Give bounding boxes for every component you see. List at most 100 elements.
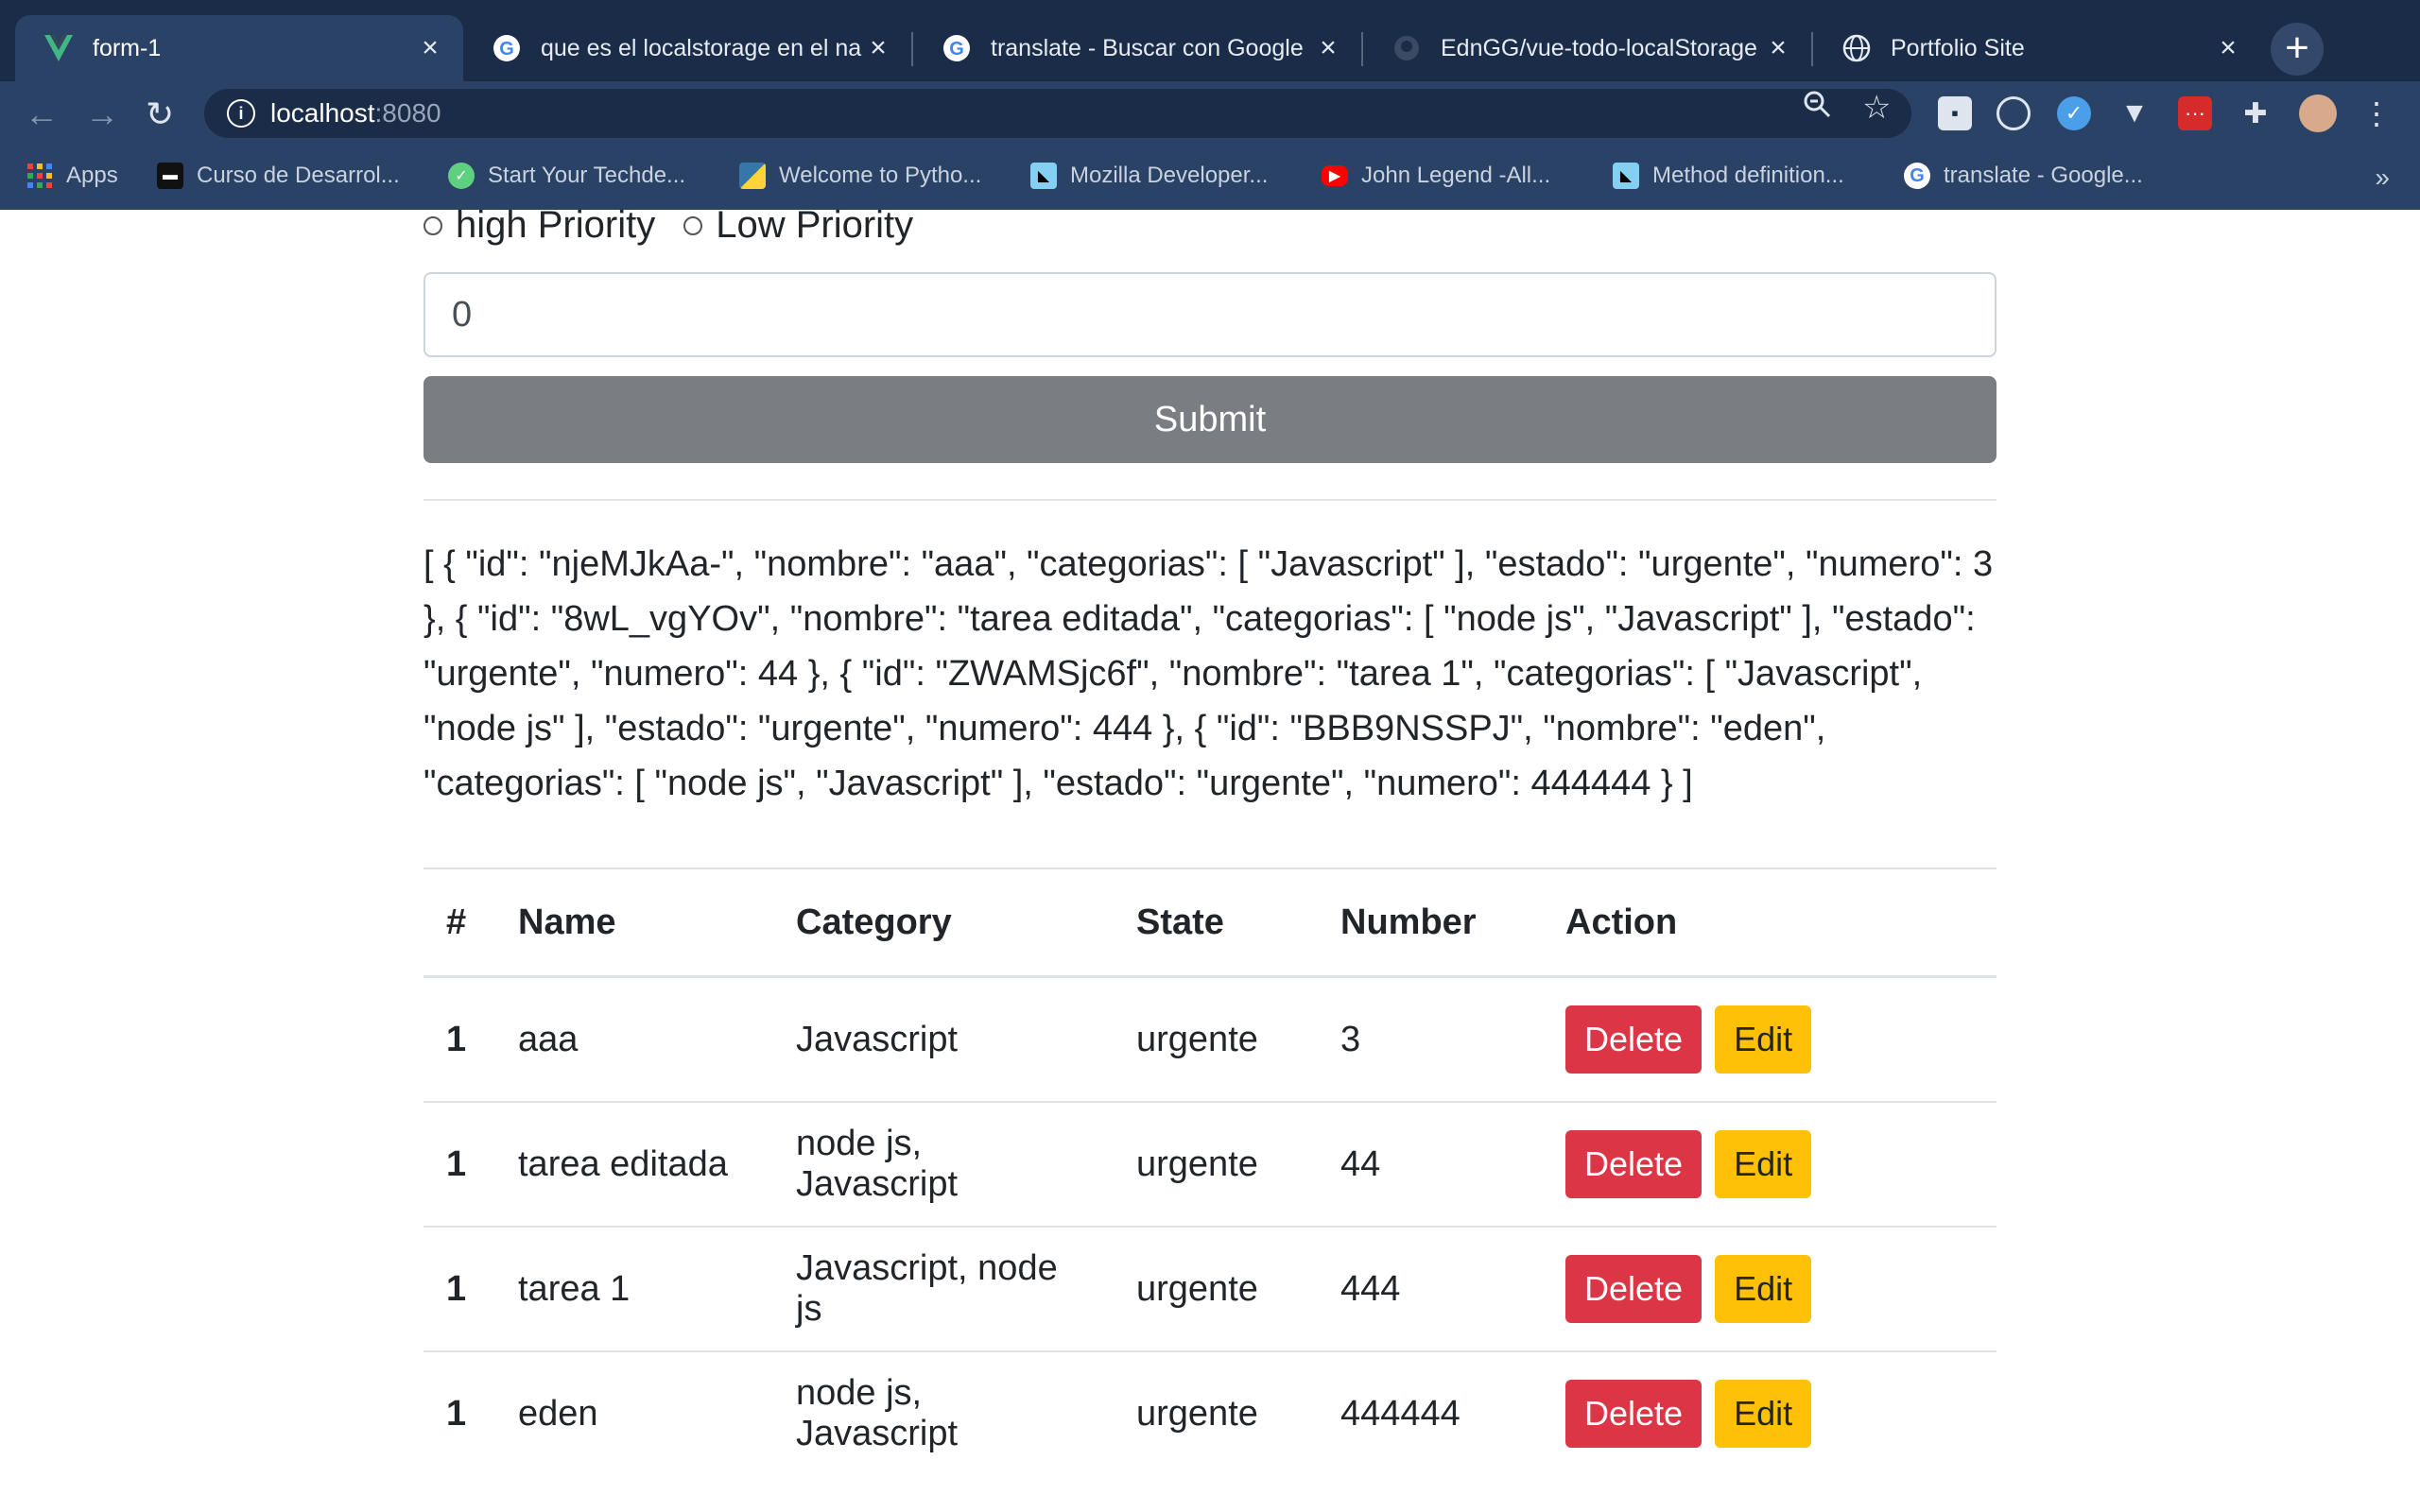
row-name: tarea editada (495, 1101, 773, 1227)
edit-button[interactable]: Edit (1715, 1380, 1812, 1448)
table-row: 1 aaa Javascript urgente 3 Delete Edit (424, 975, 1996, 1102)
row-name: tarea 1 (495, 1226, 773, 1351)
folder-icon: ▬ (157, 163, 183, 189)
screen-extension-icon[interactable]: ▪ (1938, 96, 1972, 130)
tab-github[interactable]: EdnGG/vue-todo-localStorage × (1363, 15, 1811, 81)
bookmark-label: Start Your Techde... (488, 163, 686, 188)
site-info-icon[interactable]: i (227, 99, 255, 128)
delete-button[interactable]: Delete (1565, 1380, 1703, 1448)
red-extension-icon[interactable]: ··· (2178, 96, 2212, 130)
new-tab-button[interactable]: + (2271, 23, 2324, 76)
radio-circle[interactable] (683, 215, 703, 235)
zoom-magnifier-icon[interactable] (1802, 89, 1832, 128)
reload-icon[interactable]: ↻ (146, 94, 174, 134)
extensions-puzzle-icon[interactable]: ✚ (2238, 96, 2273, 130)
radio-high-priority[interactable]: high Priority (424, 210, 655, 247)
bookmark-label: Apps (66, 163, 118, 188)
vue-devtools-icon[interactable]: ▼ (2118, 96, 2152, 130)
row-actions: Delete Edit (1543, 1226, 1996, 1351)
delete-button[interactable]: Delete (1565, 1255, 1703, 1323)
close-tab-icon[interactable]: × (864, 32, 892, 64)
bookmark-method-definition[interactable]: ◣ Method definition... (1613, 163, 1844, 189)
column-header-state: State (1114, 868, 1318, 978)
number-input-value: 0 (452, 294, 473, 335)
row-category: Javascript (773, 975, 1114, 1102)
address-bar[interactable]: i localhost:8080 (204, 89, 1911, 138)
radio-circle[interactable] (424, 215, 442, 235)
row-number: 444444 (1318, 1350, 1543, 1475)
delete-button[interactable]: Delete (1565, 1005, 1703, 1074)
tasks-table: # Name Category State Number Action 1 aa… (424, 868, 1996, 1475)
google-icon: G (1904, 163, 1930, 189)
row-category: node js, Javascript (773, 1101, 1114, 1227)
close-tab-icon[interactable]: × (416, 32, 444, 64)
row-state: urgente (1114, 975, 1318, 1102)
row-state: urgente (1114, 1226, 1318, 1351)
bookmark-curso[interactable]: ▬ Curso de Desarrol... (157, 163, 400, 189)
json-dump: [ { "id": "njeMJkAa-", "nombre": "aaa", … (424, 544, 1994, 803)
edit-button[interactable]: Edit (1715, 1255, 1812, 1323)
bookmark-python[interactable]: Welcome to Pytho... (739, 163, 981, 189)
delete-button[interactable]: Delete (1565, 1130, 1703, 1198)
number-input[interactable]: 0 (424, 272, 1996, 357)
radio-low-priority[interactable]: Low Priority (683, 210, 913, 247)
submit-button[interactable]: Submit (424, 376, 1996, 463)
priority-radio-group: high Priority Low Priority (424, 210, 942, 247)
target-extension-icon[interactable] (1996, 96, 2031, 130)
close-tab-icon[interactable]: × (1764, 32, 1792, 64)
divider (424, 499, 1996, 501)
tab-localstorage[interactable]: G que es el localstorage en el na × (463, 15, 911, 81)
tab-form-1[interactable]: form-1 × (15, 15, 463, 81)
browser-toolbar: ← → ↻ i localhost:8080 ☆ ▪ ✓ ▼ ··· ✚ ⋮ (0, 81, 2420, 144)
row-category: Javascript, node js (773, 1226, 1114, 1351)
bookmark-translate[interactable]: G translate - Google... (1904, 163, 2143, 189)
bookmarks-bar: Apps ▬ Curso de Desarrol... ✓ Start Your… (0, 144, 2420, 210)
tab-title: Portfolio Site (1891, 34, 2025, 61)
mdn-icon: ◣ (1030, 163, 1057, 189)
table-row: 1 tarea editada node js, Javascript urge… (424, 1101, 1996, 1227)
column-header-index: # (424, 868, 495, 978)
bookmark-label: Mozilla Developer... (1070, 163, 1269, 188)
row-number: 3 (1318, 975, 1543, 1102)
menu-kebab-icon[interactable]: ⋮ (2360, 96, 2394, 130)
bookmark-star-icon[interactable]: ☆ (1862, 89, 1891, 127)
radio-label: Low Priority (716, 210, 914, 246)
close-tab-icon[interactable]: × (1314, 32, 1342, 64)
mdn-icon: ◣ (1613, 163, 1639, 189)
row-actions: Delete Edit (1543, 1350, 1996, 1475)
row-state: urgente (1114, 1101, 1318, 1227)
vpn-extension-icon[interactable]: ✓ (2057, 96, 2091, 130)
bookmark-techdegree[interactable]: ✓ Start Your Techde... (448, 163, 685, 189)
forward-arrow-icon[interactable]: → (85, 94, 119, 134)
python-icon (739, 163, 766, 189)
svg-text:G: G (499, 39, 514, 60)
bookmark-label: John Legend -All... (1361, 163, 1551, 188)
vue-icon (43, 33, 74, 63)
edit-button[interactable]: Edit (1715, 1005, 1812, 1074)
bookmark-apps[interactable]: Apps (26, 163, 118, 189)
row-index: 1 (424, 1350, 495, 1475)
github-icon (1392, 33, 1422, 63)
google-icon: G (942, 33, 972, 63)
bookmark-label: Curso de Desarrol... (197, 163, 400, 188)
back-arrow-icon[interactable]: ← (25, 94, 59, 134)
tab-portfolio[interactable]: Portfolio Site × (1813, 15, 2261, 81)
close-tab-icon[interactable]: × (2214, 32, 2242, 64)
row-index: 1 (424, 1226, 495, 1351)
profile-avatar[interactable] (2299, 94, 2337, 132)
tab-title: que es el localstorage en el na (541, 34, 862, 61)
url-host: localhost (270, 98, 375, 128)
tab-translate[interactable]: G translate - Buscar con Google × (913, 15, 1361, 81)
page-content: high Priority Low Priority 0 Submit [ { … (0, 210, 2420, 1512)
row-index: 1 (424, 975, 495, 1102)
row-state: urgente (1114, 1350, 1318, 1475)
tab-title: translate - Buscar con Google (991, 34, 1304, 61)
edit-button[interactable]: Edit (1715, 1130, 1812, 1198)
bookmark-label: Method definition... (1652, 163, 1844, 188)
more-bookmarks-chevron-icon[interactable]: » (2375, 163, 2390, 193)
techdegree-icon: ✓ (448, 163, 475, 189)
svg-text:G: G (949, 39, 964, 60)
bookmark-mdn[interactable]: ◣ Mozilla Developer... (1030, 163, 1268, 189)
bookmark-youtube[interactable]: ▶ John Legend -All... (1322, 163, 1550, 189)
column-header-number: Number (1318, 868, 1543, 978)
